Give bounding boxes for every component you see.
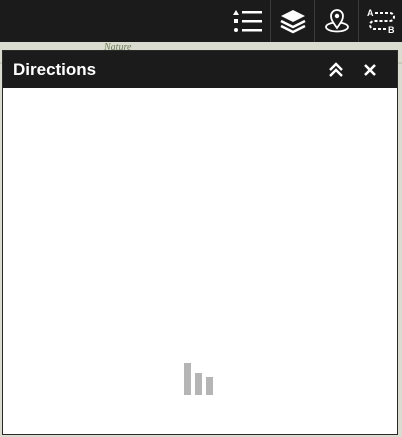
layer-list-icon: [233, 10, 262, 32]
directions-label-b: B: [388, 25, 395, 35]
directions-panel: Directions: [2, 50, 398, 435]
layer-list-button[interactable]: [226, 0, 270, 42]
collapse-button[interactable]: [319, 51, 353, 88]
double-chevron-up-icon: [329, 61, 343, 77]
panel-title: Directions: [13, 59, 97, 79]
loader-bar: [184, 363, 191, 395]
directions-label-a: A: [367, 8, 374, 18]
panel-body: [3, 88, 397, 434]
directions-button[interactable]: A B: [358, 0, 402, 42]
layers-stack-icon: [279, 10, 306, 34]
top-toolbar: A B: [0, 0, 402, 42]
loader-bar: [195, 373, 202, 395]
panel-header: Directions: [3, 51, 397, 88]
directions-ab-icon: A B: [367, 8, 395, 35]
location-button[interactable]: [314, 0, 358, 42]
loader-bar: [206, 377, 213, 395]
close-icon: [364, 63, 376, 76]
map-pin-icon: [324, 9, 349, 33]
close-button[interactable]: [353, 51, 387, 88]
loading-indicator-icon: [184, 363, 216, 395]
layers-button[interactable]: [270, 0, 314, 42]
